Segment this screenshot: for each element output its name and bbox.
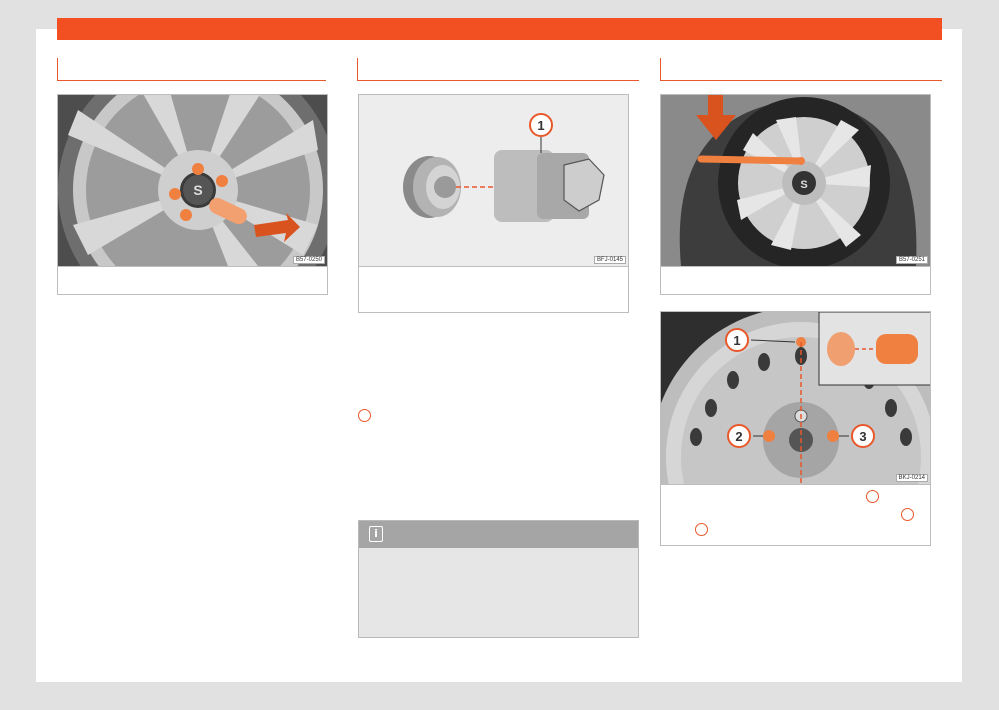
svg-text:S: S	[800, 179, 807, 191]
figure-code: BFJ-0145	[593, 256, 626, 264]
figure-image: 1 2 3 BKJ-0214	[661, 312, 930, 485]
column-heading-left	[57, 58, 326, 81]
column-heading-right	[660, 58, 942, 81]
figure-spare-wheel: 1 2 3 BKJ-0214	[660, 311, 931, 546]
section-header-bar	[57, 18, 942, 40]
figure-image: S B57-0250	[58, 95, 327, 267]
note-box: i	[358, 520, 639, 638]
car-wheel-illustration: S	[661, 95, 930, 266]
callout-marker	[901, 508, 914, 521]
callout-1: 1	[537, 118, 544, 133]
alloy-wheel-illustration: S	[58, 95, 327, 266]
adapter-illustration: 1	[359, 95, 628, 266]
figure-car-wheel: S B57-0251	[660, 94, 931, 295]
figure-code: B57-0251	[895, 256, 928, 264]
column-heading-middle	[357, 58, 639, 81]
note-header: i	[359, 521, 638, 548]
figure-image: 1 BFJ-0145	[359, 95, 628, 267]
figure-code: BKJ-0214	[895, 474, 928, 482]
callout-3: 3	[859, 429, 866, 444]
figure-code: B57-0250	[292, 256, 325, 264]
callout-marker	[358, 409, 371, 422]
spare-wheel-illustration: 1 2 3	[661, 312, 930, 484]
callout-1: 1	[733, 333, 740, 348]
callout-2: 2	[735, 429, 742, 444]
figure-image: S B57-0251	[661, 95, 930, 267]
callout-marker	[866, 490, 879, 503]
svg-text:S: S	[193, 182, 202, 198]
figure-antitheft-adapter: 1 BFJ-0145	[358, 94, 629, 313]
figure-wheel-bolts: S B57-0250	[57, 94, 328, 295]
callout-marker	[695, 523, 708, 536]
info-icon: i	[369, 526, 383, 542]
